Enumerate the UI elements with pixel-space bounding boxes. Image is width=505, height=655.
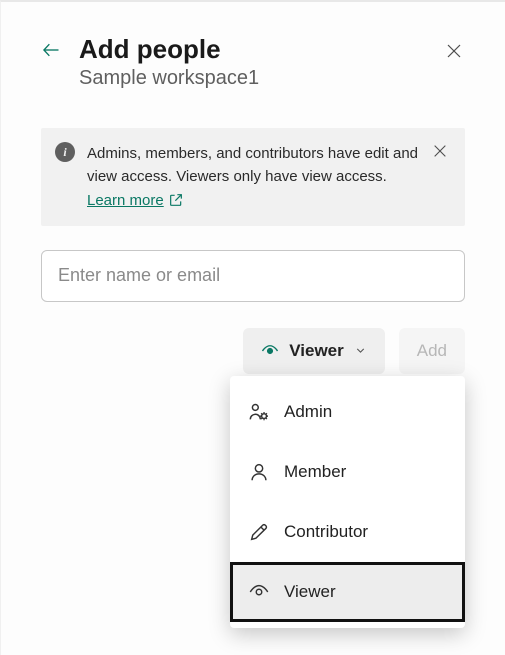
role-option-admin[interactable]: Admin (230, 382, 465, 442)
role-option-label: Viewer (284, 582, 336, 602)
banner-close-button[interactable] (431, 142, 449, 160)
learn-more-link[interactable]: Learn more (87, 189, 184, 212)
info-banner: i Admins, members, and contributors have… (41, 128, 465, 226)
role-option-label: Member (284, 462, 346, 482)
add-button-label: Add (417, 341, 447, 360)
workspace-subtitle: Sample workspace1 (79, 67, 425, 90)
role-dropdown-button[interactable]: Viewer (243, 328, 385, 374)
learn-more-label: Learn more (87, 189, 164, 212)
role-dropdown-menu: Admin Member Contributor Viewer (230, 376, 465, 628)
header: Add people Sample workspace1 (41, 34, 465, 90)
viewer-icon (248, 581, 270, 603)
eye-icon (261, 342, 279, 360)
back-button[interactable] (41, 40, 61, 60)
role-current-label: Viewer (289, 341, 344, 361)
close-icon (432, 143, 448, 159)
role-option-label: Contributor (284, 522, 368, 542)
role-option-contributor[interactable]: Contributor (230, 502, 465, 562)
dialog-title: Add people (79, 34, 425, 65)
external-link-icon (168, 192, 184, 208)
info-message: Admins, members, and contributors have e… (87, 145, 418, 185)
add-button[interactable]: Add (399, 328, 465, 374)
name-email-input[interactable] (41, 250, 465, 302)
chevron-down-icon (354, 344, 367, 357)
name-input-wrap (41, 250, 465, 302)
admin-icon (248, 401, 270, 423)
add-people-panel: Add people Sample workspace1 i Admins, m… (1, 2, 505, 374)
action-row: Viewer Add Admin Member Contributor View… (41, 328, 465, 374)
member-icon (248, 461, 270, 483)
info-icon: i (55, 142, 75, 162)
title-block: Add people Sample workspace1 (79, 34, 425, 90)
info-text: Admins, members, and contributors have e… (87, 142, 419, 212)
contributor-icon (248, 521, 270, 543)
role-option-member[interactable]: Member (230, 442, 465, 502)
arrow-left-icon (41, 39, 61, 61)
role-option-viewer[interactable]: Viewer (230, 562, 465, 622)
close-button[interactable] (443, 40, 465, 62)
role-option-label: Admin (284, 402, 332, 422)
close-icon (445, 42, 463, 60)
